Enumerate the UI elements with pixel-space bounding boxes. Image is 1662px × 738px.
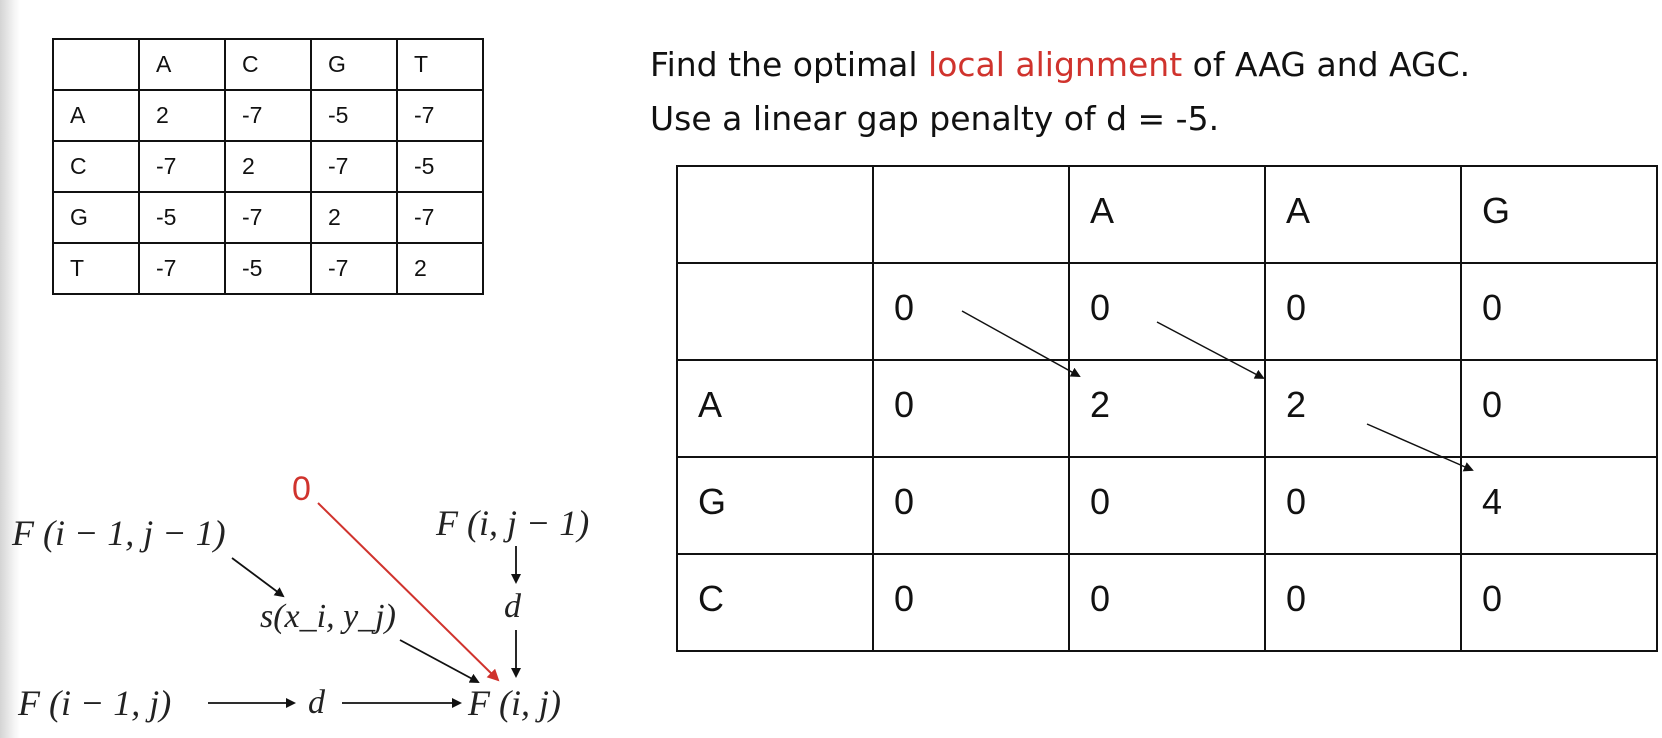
dp-cell: 0	[872, 553, 1070, 652]
dp-cell: 0	[1264, 553, 1462, 652]
subst-cell: G	[52, 191, 140, 244]
recurrence-zero: 0	[292, 470, 311, 508]
subst-header-cell: T	[396, 38, 484, 91]
subst-cell: A	[52, 89, 140, 142]
problem-text: of AAG and AGC.	[1182, 45, 1471, 84]
dp-matrix: A A G 0 0 0 0 A 0 2 2 0 G 0 0 0 4 C 0 0 …	[676, 165, 1658, 652]
arrow-score-to-target	[399, 639, 480, 683]
dp-cell	[676, 262, 874, 361]
dp-cell: 0	[1264, 262, 1462, 361]
dp-header-cell: A	[1068, 165, 1266, 264]
highlight-local-alignment: local alignment	[928, 45, 1183, 84]
subst-cell: -7	[224, 191, 312, 244]
problem-line-2: Use a linear gap penalty of d = -5.	[650, 99, 1220, 138]
dp-row: 0 0 0 0	[676, 262, 1658, 361]
subst-cell: -7	[310, 242, 398, 295]
dp-header-cell: G	[1460, 165, 1658, 264]
dp-cell: 0	[1460, 359, 1658, 458]
dp-cell: 0	[1460, 262, 1658, 361]
subst-header-row: A C G T	[52, 38, 484, 91]
subst-header-cell	[52, 38, 140, 91]
subst-cell: 2	[224, 140, 312, 193]
subst-header-cell: G	[310, 38, 398, 91]
dp-cell: 0	[872, 456, 1070, 555]
subst-cell: 2	[138, 89, 226, 142]
recurrence-score-term: s(x_i, y_j)	[260, 598, 396, 635]
dp-cell: 0	[1460, 553, 1658, 652]
recurrence-target: F (i, j)	[468, 683, 561, 723]
subst-cell: -5	[310, 89, 398, 142]
dp-cell: 0	[872, 262, 1070, 361]
dp-cell: 2	[1264, 359, 1462, 458]
problem-line-1: Find the optimal local alignment of AAG …	[650, 38, 1470, 92]
problem-text: Find the optimal	[650, 45, 929, 84]
subst-cell: C	[52, 140, 140, 193]
dp-header-cell	[872, 165, 1070, 264]
subst-header-cell: A	[138, 38, 226, 91]
substitution-matrix: A C G T A 2 -7 -5 -7 C -7 2 -7 -5 G -5 -…	[52, 38, 484, 295]
dp-cell: 0	[1264, 456, 1462, 555]
subst-cell: -7	[396, 89, 484, 142]
subst-cell: -5	[224, 242, 312, 295]
subst-row: T -7 -5 -7 2	[52, 242, 484, 295]
subst-cell: T	[52, 242, 140, 295]
dp-cell: G	[676, 456, 874, 555]
subst-row: G -5 -7 2 -7	[52, 191, 484, 244]
dp-header-cell: A	[1264, 165, 1462, 264]
recurrence-gap-top: d	[504, 588, 521, 625]
arrow-diag-to-score	[231, 557, 285, 598]
dp-row: G 0 0 0 4	[676, 456, 1658, 555]
subst-row: A 2 -7 -5 -7	[52, 89, 484, 142]
dp-header-row: A A G	[676, 165, 1658, 264]
recurrence-left-term: F (i, j − 1)	[436, 503, 590, 543]
dp-cell: 0	[1068, 553, 1266, 652]
left-edge-shade	[0, 0, 20, 738]
dp-cell: A	[676, 359, 874, 458]
recurrence-up-term: F (i − 1, j)	[18, 683, 172, 723]
dp-cell: 2	[1068, 359, 1266, 458]
dp-cell: 0	[872, 359, 1070, 458]
recurrence-gap-left: d	[308, 684, 325, 721]
subst-cell: 2	[310, 191, 398, 244]
problem-statement: Find the optimal local alignment of AAG …	[650, 38, 1470, 146]
subst-cell: -7	[310, 140, 398, 193]
subst-cell: 2	[396, 242, 484, 295]
dp-header-cell	[676, 165, 874, 264]
subst-cell: -7	[224, 89, 312, 142]
subst-header-cell: C	[224, 38, 312, 91]
dp-cell: 4	[1460, 456, 1658, 555]
dp-cell: C	[676, 553, 874, 652]
subst-cell: -5	[396, 140, 484, 193]
subst-cell: -7	[138, 140, 226, 193]
recurrence-diag-term: F (i − 1, j − 1)	[12, 513, 226, 553]
dp-cell: 0	[1068, 262, 1266, 361]
dp-cell: 0	[1068, 456, 1266, 555]
subst-row: C -7 2 -7 -5	[52, 140, 484, 193]
subst-cell: -7	[396, 191, 484, 244]
dp-row: A 0 2 2 0	[676, 359, 1658, 458]
subst-cell: -5	[138, 191, 226, 244]
subst-cell: -7	[138, 242, 226, 295]
dp-row: C 0 0 0 0	[676, 553, 1658, 652]
